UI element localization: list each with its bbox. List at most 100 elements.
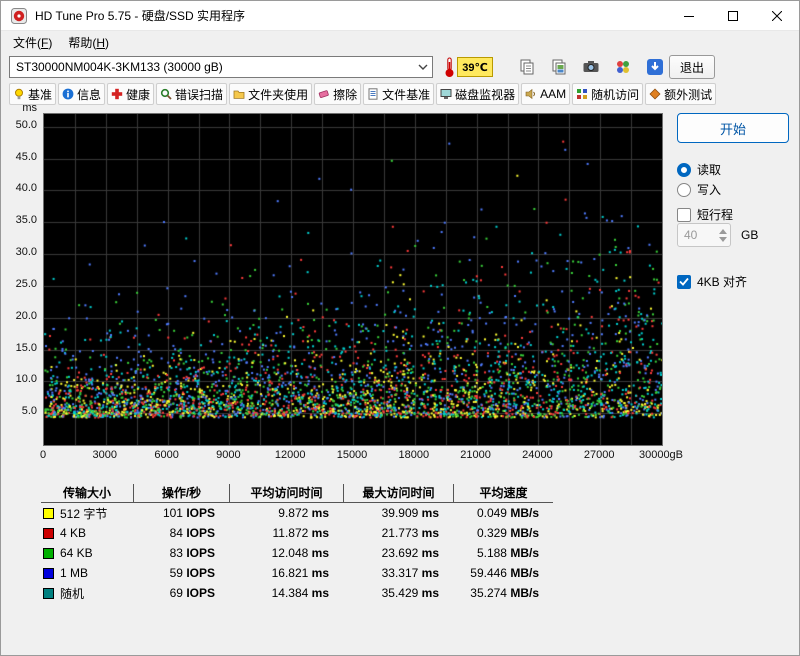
tab-folder-usage[interactable]: 文件夹使用 [229,83,313,105]
minimize-icon [684,15,694,17]
write-radio-label: 写入 [697,183,722,197]
file-benchmark-icon [367,88,379,100]
value-cell: 59 IOPS [169,566,215,580]
hd-tune-window: HD Tune Pro 5.75 - 硬盘/SSD 实用程序 文件(F) 帮助(H… [0,0,800,656]
short-stroke-size-input[interactable] [678,224,716,246]
x-tick-label: 12000 [274,449,306,461]
maximize-button[interactable] [711,1,755,30]
disk-monitor-icon [440,88,452,100]
x-tick-label: 27000 [583,449,615,461]
table-row: 64 KB 83 IOPS 12.048 ms 23.692 ms 5.188 MB/s [41,543,553,563]
tab-aam[interactable]: AAM [521,83,571,105]
benchmark-icon [13,88,25,100]
copy-text-button[interactable] [515,55,539,79]
write-radio[interactable]: 写入 [677,181,721,198]
y-tick-label: 10.0 [15,373,37,386]
tab-label: 信息 [77,87,102,102]
drive-selector[interactable]: ST30000NM004K-3KM133 (30000 gB) [9,56,433,78]
tab-extra-tests[interactable]: 额外测试 [645,83,717,105]
tab-label: 文件基准 [382,87,431,102]
palette-button[interactable] [611,55,635,79]
random-access-icon [576,88,588,100]
close-icon [772,10,782,21]
short-stroke-size-stepper[interactable] [677,223,731,247]
tab-erase[interactable]: 擦除 [314,83,362,105]
short-stroke-checkbox[interactable]: 短行程 [677,206,733,223]
window-title: HD Tune Pro 5.75 - 硬盘/SSD 实用程序 [35,9,246,23]
short-stroke-size-group: GB [677,223,758,247]
y-tick-label: 50.0 [15,118,37,131]
column-header: 传输大小 [62,485,111,500]
stepper-arrows [716,224,730,246]
spinner-down-icon[interactable] [719,236,727,242]
title-bar: HD Tune Pro 5.75 - 硬盘/SSD 实用程序 [1,1,799,31]
temperature-badge: 39℃ [457,57,493,77]
table-row: 1 MB 59 IOPS 16.821 ms 33.317 ms 59.446 MB/s [41,563,553,583]
tab-label: 随机访问 [591,87,640,102]
y-tick-label: 15.0 [15,341,37,354]
legend-swatch [43,507,54,519]
minimize-button[interactable] [667,1,711,30]
value-cell: 69 IOPS [169,586,215,600]
read-radio-label: 读取 [697,163,722,177]
short-stroke-unit-label: GB [741,228,759,242]
save-button[interactable] [643,55,667,79]
erase-icon [318,88,330,100]
value-cell: 101 IOPS [162,506,215,520]
transfer-size-label: 64 KB [60,546,93,560]
toolbar: ST30000NM004K-3KM133 (30000 gB) 39℃ 退出 [1,53,799,83]
tab-file-benchmark[interactable]: 文件基准 [363,83,435,105]
tab-label: 健康 [126,87,151,102]
save-icon [646,58,664,76]
4kb-align-label: 4KB 对齐 [697,275,748,289]
results-table-header: 传输大小 操作/秒 平均访问时间 最大访问时间 平均速度 [41,483,553,503]
copy-text-icon [518,58,536,76]
value-cell: 33.317 ms [381,566,439,580]
value-cell: 35.429 ms [381,586,439,600]
tab-random-access[interactable]: 随机访问 [572,83,644,105]
close-button[interactable] [755,1,799,30]
y-tick-label: 35.0 [15,214,37,227]
value-cell: 83 IOPS [169,546,215,560]
tab-label: 文件夹使用 [248,87,309,102]
health-icon [111,88,123,100]
tab-label: 擦除 [333,87,358,102]
copy-image-button[interactable] [547,55,571,79]
app-icon [11,7,27,24]
x-tick-label: 15000 [336,449,368,461]
4kb-align-checkbox[interactable]: 4KB 对齐 [677,273,747,290]
tab-label: 错误扫描 [175,87,224,102]
folder-usage-icon [233,88,245,100]
y-tick-label: 45.0 [15,150,37,163]
value-cell: 0.329 MB/s [476,526,539,540]
access-time-scatter-canvas [43,113,663,446]
read-radio[interactable]: 读取 [677,161,721,178]
x-tick-label: 21000 [460,449,491,461]
menu-item-f[interactable]: 文件(F) [5,32,60,53]
thermometer-icon [444,56,455,83]
aam-icon [525,88,537,100]
x-tick-label: 0 [39,449,47,461]
exit-button[interactable]: 退出 [669,55,715,79]
table-row: 随机 69 IOPS 14.384 ms 35.429 ms 35.274 MB/s [41,583,553,603]
tab-health[interactable]: 健康 [107,83,155,105]
value-cell: 59.446 MB/s [470,566,539,580]
menu-item-h[interactable]: 帮助(H) [60,32,117,53]
tab-error-scan[interactable]: 错误扫描 [156,83,228,105]
results-table-body: 512 字节 101 IOPS 9.872 ms 39.909 ms 0.049 MB/… [41,503,553,603]
legend-swatch [43,567,54,579]
start-button[interactable]: 开始 [677,113,789,143]
drive-selector-value: ST30000NM004K-3KM133 (30000 gB) [16,60,223,74]
table-row: 512 字节 101 IOPS 9.872 ms 39.909 ms 0.049 MB/… [41,503,553,523]
value-cell: 0.049 MB/s [476,506,539,520]
short-stroke-label: 短行程 [697,208,734,222]
x-tick-label: 3000 [92,449,118,461]
tab-bar: 基准 信息 健康 错误扫描 文件夹使用 擦除 文件基准 磁盘监视器 AAM 随机访问 额外测试 [9,83,795,107]
camera-button[interactable] [579,55,603,79]
y-tick-label: 30.0 [15,246,37,259]
tab-disk-monitor[interactable]: 磁盘监视器 [436,83,520,105]
transfer-size-label: 1 MB [60,566,89,580]
tab-label: AAM [540,87,567,101]
spinner-up-icon[interactable] [719,228,727,234]
tab-info[interactable]: 信息 [58,83,106,105]
